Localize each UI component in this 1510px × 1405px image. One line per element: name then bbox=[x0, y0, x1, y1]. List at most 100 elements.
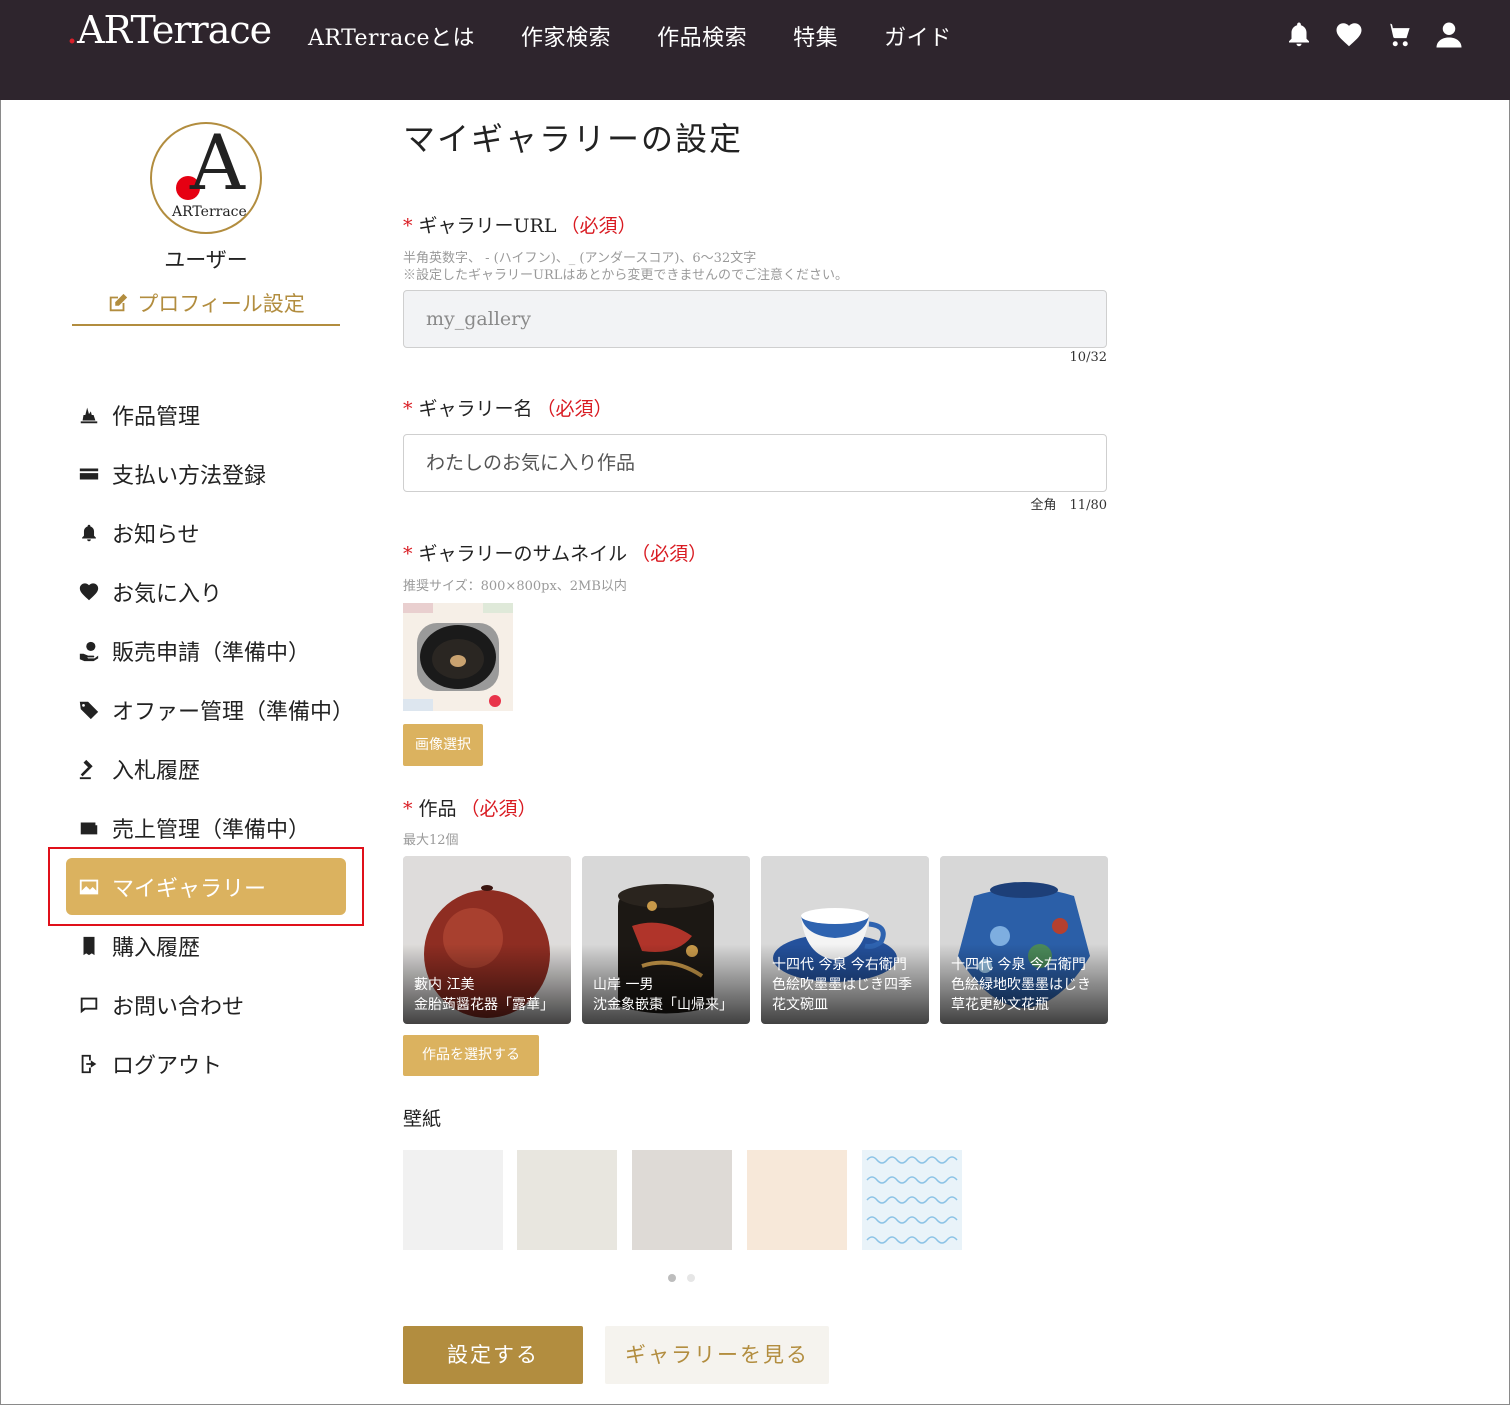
logo-text: ARTerrace bbox=[77, 8, 272, 52]
works-hint: 最大12個 bbox=[403, 833, 459, 848]
artwork-icon bbox=[78, 404, 100, 426]
gallery-url-hint: 半角英数字、 - (ハイフン)、_ (アンダースコア)、6〜32文字 ※設定した… bbox=[403, 250, 848, 284]
sidebar-item-sales-request[interactable]: 販売申請（準備中） bbox=[66, 621, 346, 680]
save-settings-button[interactable]: 設定する bbox=[403, 1326, 583, 1384]
required-text: （必須） bbox=[560, 215, 637, 237]
sidebar-item-label: 購入履歴 bbox=[112, 935, 201, 961]
sidebar-item-label: オファー管理（準備中） bbox=[112, 699, 355, 725]
field-label-text: ギャラリー名 bbox=[418, 398, 533, 420]
select-works-button[interactable]: 作品を選択する bbox=[403, 1035, 539, 1076]
credit-card-icon bbox=[78, 463, 100, 485]
work-artist: 山岸 一男 bbox=[593, 977, 654, 993]
work-card[interactable]: 十四代 今泉 今右衛門 色絵吹墨墨はじき四季花文碗皿 bbox=[761, 856, 929, 1024]
sidebar-item-label: 支払い方法登録 bbox=[112, 463, 267, 489]
sidebar-item-bid-history[interactable]: 入札履歴 bbox=[66, 739, 346, 798]
cart-icon[interactable] bbox=[1384, 20, 1414, 50]
gallery-url-input[interactable]: my_gallery bbox=[403, 290, 1107, 348]
main-nav: ARTerraceとは 作家検索 作品検索 特集 ガイド bbox=[308, 20, 998, 52]
logout-icon bbox=[78, 1053, 100, 1075]
work-title: 色絵緑地吹墨墨はじき草花更紗文花瓶 bbox=[951, 977, 1091, 1013]
profile-settings-link[interactable]: プロフィール設定 bbox=[72, 288, 340, 326]
required-asterisk: * bbox=[403, 798, 413, 820]
work-card[interactable]: 十四代 今泉 今右衛門 色絵緑地吹墨墨はじき草花更紗文花瓶 bbox=[940, 856, 1108, 1024]
url-hint-line1: 半角英数字、 - (ハイフン)、_ (アンダースコア)、6〜32文字 bbox=[403, 251, 757, 266]
avatar-logo-text: ARTerrace bbox=[172, 204, 247, 220]
nav-artist-search[interactable]: 作家検索 bbox=[521, 20, 611, 52]
field-label-text: ギャラリーURL bbox=[418, 215, 557, 237]
sidebar-item-payment[interactable]: 支払い方法登録 bbox=[66, 444, 346, 503]
gavel-icon bbox=[78, 758, 100, 780]
work-title: 色絵吹墨墨はじき四季花文碗皿 bbox=[772, 977, 912, 1013]
work-artist: 十四代 今泉 今右衛門 bbox=[772, 957, 907, 973]
required-asterisk: * bbox=[403, 543, 413, 565]
url-hint-line2: ※設定したギャラリーURLはあとから変更できませんのでご注意ください。 bbox=[403, 268, 848, 283]
receipt-icon bbox=[78, 935, 100, 957]
sidebar-item-offers[interactable]: オファー管理（準備中） bbox=[66, 680, 355, 739]
bell-icon bbox=[78, 522, 100, 544]
pagination-dot-active[interactable] bbox=[668, 1274, 676, 1282]
required-text: （必須） bbox=[631, 543, 708, 565]
sidebar-item-label: 売上管理（準備中） bbox=[112, 817, 311, 843]
required-asterisk: * bbox=[403, 215, 413, 237]
wallpaper-option-2[interactable] bbox=[517, 1150, 617, 1250]
sidebar-item-notifications[interactable]: お知らせ bbox=[66, 503, 346, 562]
bell-icon[interactable] bbox=[1284, 20, 1314, 50]
work-artist: 藪内 江美 bbox=[414, 977, 475, 993]
wallpaper-option-3[interactable] bbox=[632, 1150, 732, 1250]
work-caption: 藪内 江美 金胎蒟醤花器「露華」 bbox=[414, 975, 563, 1015]
thumbnail-label: * ギャラリーのサムネイル （必須） bbox=[403, 539, 707, 566]
hand-money-icon bbox=[78, 640, 100, 662]
sidebar-item-label: お問い合わせ bbox=[112, 994, 245, 1020]
nav-artwork-search[interactable]: 作品検索 bbox=[657, 20, 747, 52]
nav-features[interactable]: 特集 bbox=[793, 20, 838, 52]
annotation-highlight-box bbox=[48, 847, 364, 926]
field-label-text: 作品 bbox=[418, 798, 457, 820]
profile-settings-label: プロフィール設定 bbox=[137, 292, 305, 316]
top-header: .ARTerrace ARTerraceとは 作家検索 作品検索 特集 ガイド bbox=[0, 0, 1510, 100]
work-card[interactable]: 藪内 江美 金胎蒟醤花器「露華」 bbox=[403, 856, 571, 1024]
sidebar-menu: 作品管理 支払い方法登録 お知らせ お気に入り 販売申請（準備中） オファー管理… bbox=[66, 385, 355, 1093]
sidebar-item-label: 販売申請（準備中） bbox=[112, 640, 311, 666]
gallery-name-input[interactable]: わたしのお気に入り作品 bbox=[403, 434, 1107, 492]
edit-icon bbox=[107, 292, 129, 314]
wallpaper-option-1[interactable] bbox=[403, 1150, 503, 1250]
select-image-button[interactable]: 画像選択 bbox=[403, 724, 483, 766]
pagination-dot[interactable] bbox=[687, 1274, 695, 1282]
gallery-url-label: * ギャラリーURL （必須） bbox=[403, 211, 636, 238]
thumbnail-preview bbox=[403, 603, 513, 711]
heart-icon[interactable] bbox=[1334, 20, 1364, 50]
field-label-text: ギャラリーのサムネイル bbox=[418, 543, 628, 565]
nav-about[interactable]: ARTerraceとは bbox=[308, 20, 475, 52]
work-caption: 十四代 今泉 今右衛門 色絵吹墨墨はじき四季花文碗皿 bbox=[772, 955, 921, 1015]
sidebar-item-artworks[interactable]: 作品管理 bbox=[66, 385, 346, 444]
work-title: 沈金象嵌棗「山帰来」 bbox=[593, 997, 733, 1013]
sidebar-item-contact[interactable]: お問い合わせ bbox=[66, 975, 346, 1034]
required-text: （必須） bbox=[460, 798, 537, 820]
works-label: * 作品 （必須） bbox=[403, 794, 537, 821]
view-gallery-button[interactable]: ギャラリーを見る bbox=[605, 1326, 829, 1384]
wallpaper-option-5[interactable] bbox=[862, 1150, 962, 1250]
site-logo[interactable]: .ARTerrace bbox=[66, 8, 272, 52]
sidebar-item-label: 入札履歴 bbox=[112, 758, 201, 784]
wallpaper-option-4[interactable] bbox=[747, 1150, 847, 1250]
header-icons bbox=[1264, 20, 1464, 50]
tag-icon bbox=[78, 699, 100, 721]
work-title: 金胎蒟醤花器「露華」 bbox=[414, 997, 554, 1013]
heart-icon bbox=[78, 581, 100, 603]
sidebar-item-label: お気に入り bbox=[112, 581, 223, 607]
sidebar-item-label: お知らせ bbox=[112, 522, 200, 548]
works-grid: 藪内 江美 金胎蒟醤花器「露華」 山岸 一男 沈金象嵌棗「山帰来」 十四代 今泉… bbox=[403, 856, 1108, 1024]
sidebar-item-logout[interactable]: ログアウト bbox=[66, 1034, 346, 1093]
work-artist: 十四代 今泉 今右衛門 bbox=[951, 957, 1086, 973]
nav-guide[interactable]: ガイド bbox=[884, 20, 952, 52]
sidebar-item-favorites[interactable]: お気に入り bbox=[66, 562, 346, 621]
gallery-name-counter: 全角 11/80 bbox=[1030, 498, 1107, 513]
sidebar-item-label: 作品管理 bbox=[112, 404, 201, 430]
thumbnail-hint: 推奨サイズ：800×800px、2MB以内 bbox=[403, 579, 627, 594]
avatar-letter: A bbox=[190, 122, 245, 207]
user-icon[interactable] bbox=[1434, 20, 1464, 50]
wallpaper-label: 壁紙 bbox=[403, 1108, 442, 1130]
gallery-url-counter: 10/32 bbox=[1069, 350, 1107, 365]
work-card[interactable]: 山岸 一男 沈金象嵌棗「山帰来」 bbox=[582, 856, 750, 1024]
user-avatar[interactable]: A ARTerrace bbox=[150, 122, 262, 234]
